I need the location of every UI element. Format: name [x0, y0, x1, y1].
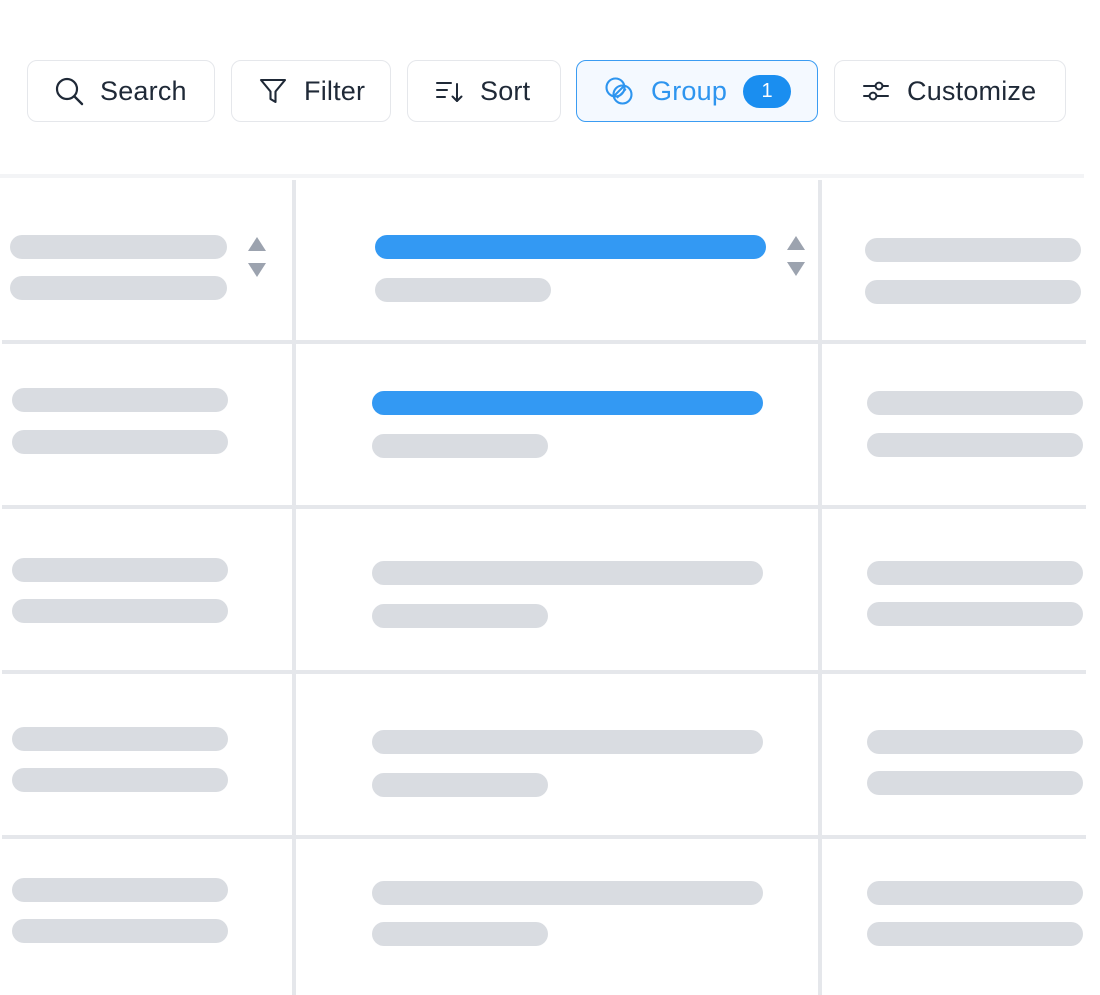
customize-label: Customize [907, 75, 1037, 106]
row-divider [2, 505, 1086, 509]
cell-placeholder [372, 561, 763, 585]
header-cell-2-subtitle-placeholder [375, 278, 551, 302]
group-label: Group [651, 75, 728, 106]
cell-placeholder [372, 773, 548, 797]
sort-toggle-column-1[interactable] [247, 237, 267, 277]
cell-placeholder [372, 881, 763, 905]
header-cell-3-subtitle-placeholder [865, 280, 1081, 304]
cell-placeholder [867, 561, 1083, 585]
sort-toggle-column-2[interactable] [786, 236, 806, 276]
customize-button[interactable]: Customize [834, 60, 1066, 122]
cell-placeholder [372, 434, 548, 458]
filter-icon [258, 76, 288, 106]
group-icon [603, 75, 635, 107]
sort-button[interactable]: Sort [407, 60, 561, 122]
search-button[interactable]: Search [27, 60, 215, 122]
column-divider [818, 180, 822, 995]
data-table [0, 174, 1088, 995]
filter-label: Filter [304, 75, 366, 106]
toolbar: Search Filter Sort Group 1 Customize [0, 0, 1100, 140]
cell-placeholder [12, 878, 228, 902]
sliders-icon [861, 76, 891, 106]
cell-placeholder [867, 881, 1083, 905]
search-icon [54, 76, 84, 106]
header-cell-3-title-placeholder [865, 238, 1081, 262]
row-divider [2, 670, 1086, 674]
table-top-border [0, 174, 1084, 178]
cell-placeholder [867, 602, 1083, 626]
cell-placeholder [12, 558, 228, 582]
sort-ascending-icon [787, 236, 805, 250]
sort-icon [434, 76, 464, 106]
header-cell-1-subtitle-placeholder [10, 276, 227, 300]
row-divider [2, 835, 1086, 839]
cell-placeholder [372, 730, 763, 754]
cell-placeholder [867, 730, 1083, 754]
search-label: Search [100, 75, 187, 106]
cell-placeholder [12, 430, 228, 454]
cell-placeholder [372, 604, 548, 628]
cell-placeholder [12, 599, 228, 623]
cell-placeholder [12, 727, 228, 751]
cell-placeholder [12, 768, 228, 792]
cell-placeholder-highlighted [372, 391, 763, 415]
group-count-badge: 1 [743, 74, 792, 108]
cell-placeholder [867, 391, 1083, 415]
column-divider [292, 180, 296, 995]
header-cell-2-title-placeholder [375, 235, 766, 259]
cell-placeholder [12, 388, 228, 412]
cell-placeholder [372, 922, 548, 946]
cell-placeholder [867, 433, 1083, 457]
row-divider [2, 340, 1086, 344]
filter-button[interactable]: Filter [231, 60, 391, 122]
sort-descending-icon [787, 262, 805, 276]
cell-placeholder [867, 922, 1083, 946]
sort-label: Sort [480, 75, 531, 106]
sort-ascending-icon [248, 237, 266, 251]
cell-placeholder [867, 771, 1083, 795]
header-cell-1-title-placeholder [10, 235, 227, 259]
group-button[interactable]: Group 1 [576, 60, 818, 122]
sort-descending-icon [248, 263, 266, 277]
cell-placeholder [12, 919, 228, 943]
